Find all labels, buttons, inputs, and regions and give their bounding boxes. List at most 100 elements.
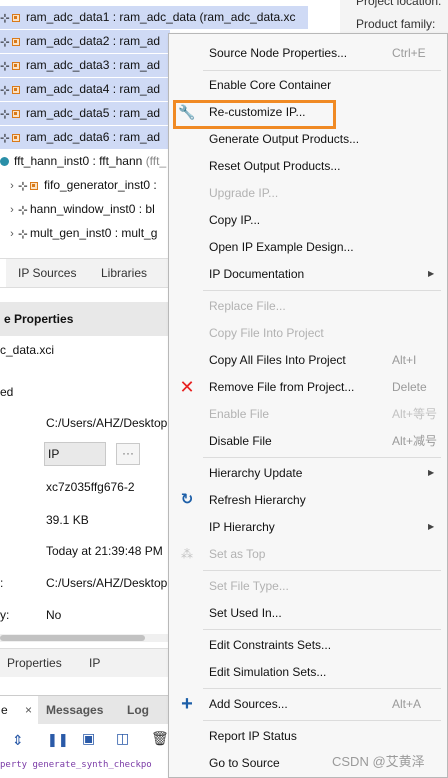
menu-item-remove-file-from-project[interactable]: ✕ Remove File from Project... Delete xyxy=(169,375,447,399)
ip-core-icon xyxy=(12,110,20,118)
tree-row-mult-gen[interactable]: › ⊹ mult_gen_inst0 : mult_g xyxy=(6,222,170,245)
menu-item-label: Add Sources... xyxy=(209,697,288,711)
menu-item-copy-ip[interactable]: Copy IP... xyxy=(169,208,447,232)
tab-ip-sources[interactable]: IP Sources xyxy=(18,259,76,287)
prop-value-size: 39.1 KB xyxy=(46,513,89,527)
expand-arrow-icon[interactable]: › xyxy=(6,175,18,197)
prop-value-part: xc7z035ffg676-2 xyxy=(46,480,135,494)
close-icon[interactable]: × xyxy=(25,703,32,717)
horizontal-scrollbar[interactable] xyxy=(0,634,168,642)
tree-row-ram-adc-data6[interactable]: ⊹ ram_adc_data6 : ram_ad xyxy=(0,126,170,149)
hierarchy-line-icon: ⊹ xyxy=(0,107,11,121)
menu-item-edit-simulation-sets[interactable]: Edit Simulation Sets... xyxy=(169,660,447,684)
menu-item-ip-hierarchy[interactable]: IP Hierarchy ▶ xyxy=(169,515,447,539)
menu-item-refresh-hierarchy[interactable]: ↻ Refresh Hierarchy xyxy=(169,488,447,512)
prop-value-modified: Today at 21:39:48 PM xyxy=(46,544,163,558)
prop-label-path: : xyxy=(0,576,4,590)
prop-value-type: IP xyxy=(48,447,60,461)
expand-arrow-icon[interactable]: › xyxy=(6,223,18,245)
hierarchy-line-icon: ⊹ xyxy=(0,59,11,73)
menu-item-hierarchy-update[interactable]: Hierarchy Update ▶ xyxy=(169,461,447,485)
menu-item-enable-core-container[interactable]: Enable Core Container xyxy=(169,73,447,97)
tab-properties[interactable]: Properties xyxy=(7,649,62,677)
prop-value-flag: No xyxy=(46,608,62,622)
menu-item-shortcut: Delete xyxy=(392,380,427,394)
tab-log[interactable]: Log xyxy=(127,696,149,724)
menu-item-label: Set File Type... xyxy=(209,579,289,593)
ip-core-icon xyxy=(12,86,20,94)
menu-item-report-ip-status[interactable]: Report IP Status xyxy=(169,724,447,748)
tree-row-ram-adc-data3[interactable]: ⊹ ram_adc_data3 : ram_ad xyxy=(0,54,170,77)
tab-console-label: e xyxy=(1,703,8,717)
tree-row-hann-window[interactable]: › ⊹ hann_window_inst0 : bl xyxy=(6,198,170,221)
watermark: CSDN @艾黄泽 xyxy=(332,754,425,769)
ip-core-icon xyxy=(12,14,20,22)
ip-type-field[interactable]: IP xyxy=(44,442,106,466)
menu-item-enable-file: Enable File Alt+等号 xyxy=(169,402,447,426)
menu-item-add-sources[interactable]: + Add Sources... Alt+A xyxy=(169,692,447,716)
menu-item-label: Copy All Files Into Project xyxy=(209,353,346,367)
remove-x-icon: ✕ xyxy=(179,377,195,397)
browse-button[interactable]: ··· xyxy=(116,443,140,465)
menu-item-label: Set as Top xyxy=(209,547,266,561)
ip-core-icon xyxy=(12,62,20,70)
sources-tab-bar: IP Sources Libraries xyxy=(0,258,168,288)
tab-console-active[interactable]: e × xyxy=(0,696,38,724)
hierarchy-line-icon: ⊹ xyxy=(0,11,11,25)
menu-item-ip-documentation[interactable]: IP Documentation ▶ xyxy=(169,262,447,286)
menu-item-edit-constraints-sets[interactable]: Edit Constraints Sets... xyxy=(169,633,447,657)
menu-item-set-used-in[interactable]: Set Used In... xyxy=(169,601,447,625)
tree-row-label: ram_adc_data6 : ram_ad xyxy=(26,130,161,144)
properties-panel: e Properties c_data.xci ed C:/Users/AHZ/… xyxy=(0,302,168,646)
expand-arrow-icon[interactable]: › xyxy=(6,199,18,221)
context-menu: Source Node Properties... Ctrl+E Enable … xyxy=(168,33,448,778)
tab-messages[interactable]: Messages xyxy=(46,696,103,724)
collapse-all-icon[interactable]: ⇕ xyxy=(12,732,24,749)
tree-row-fft-hann[interactable]: fft_hann_inst0 : fft_hann (fft_ xyxy=(0,150,170,173)
menu-item-disable-file[interactable]: Disable File Alt+减号 xyxy=(169,429,447,453)
menu-separator xyxy=(203,290,441,291)
menu-item-label: IP Documentation xyxy=(209,267,305,281)
properties-tab-bar: Properties IP xyxy=(0,648,168,677)
menu-item-copy-file-into-project: Copy File Into Project xyxy=(169,321,447,345)
split-view-icon[interactable]: ◫ xyxy=(116,730,129,747)
hierarchy-line-icon: ⊹ xyxy=(18,203,29,217)
tree-row-ram-adc-data2[interactable]: ⊹ ram_adc_data2 : ram_ad xyxy=(0,30,170,53)
tab-libraries[interactable]: Libraries xyxy=(101,259,147,287)
menu-item-label: Enable File xyxy=(209,407,270,421)
menu-separator xyxy=(203,570,441,571)
tree-row-fifo-generator[interactable]: › ⊹ fifo_generator_inst0 : xyxy=(6,174,170,197)
tree-row-label: hann_window_inst0 : bl xyxy=(30,202,155,216)
menu-item-copy-all-files-into-project[interactable]: Copy All Files Into Project Alt+I xyxy=(169,348,447,372)
tree-row-label: mult_gen_inst0 : mult_g xyxy=(30,226,158,240)
menu-item-label: Open IP Example Design... xyxy=(209,240,354,254)
menu-item-shortcut: Alt+减号 xyxy=(392,434,438,448)
tree-row-ram-adc-data4[interactable]: ⊹ ram_adc_data4 : ram_ad xyxy=(0,78,170,101)
hierarchy-line-icon: ⊹ xyxy=(18,227,29,241)
menu-item-shortcut: Alt+等号 xyxy=(392,407,438,421)
module-icon xyxy=(0,157,9,166)
menu-item-open-ip-example-design[interactable]: Open IP Example Design... xyxy=(169,235,447,259)
tree-row-ram-adc-data1[interactable]: ⊹ ram_adc_data1 : ram_adc_data (ram_adc_d… xyxy=(0,6,308,29)
scrollbar-thumb[interactable] xyxy=(0,635,145,641)
menu-item-label: Reset Output Products... xyxy=(209,159,341,173)
delete-icon[interactable]: 🗑 xyxy=(151,730,169,747)
ip-core-icon xyxy=(12,134,20,142)
menu-item-reset-output-products[interactable]: Reset Output Products... xyxy=(169,154,447,178)
tab-active-partial[interactable] xyxy=(0,259,6,287)
menu-item-generate-output-products[interactable]: Generate Output Products... xyxy=(169,127,447,151)
menu-separator xyxy=(203,70,441,71)
pause-icon[interactable]: ❚❚ xyxy=(47,732,69,748)
menu-item-upgrade-ip: Upgrade IP... xyxy=(169,181,447,205)
menu-item-source-node-properties[interactable]: Source Node Properties... Ctrl+E xyxy=(169,41,447,65)
tree-row-ram-adc-data5[interactable]: ⊹ ram_adc_data5 : ram_ad xyxy=(0,102,170,125)
tab-ip[interactable]: IP xyxy=(89,649,100,677)
tree-row-label: fft_hann_inst0 : fft_hann xyxy=(14,154,143,168)
menu-separator xyxy=(203,629,441,630)
copy-icon[interactable]: ▣ xyxy=(82,730,95,747)
submenu-arrow-icon: ▶ xyxy=(428,522,435,531)
tree-row-label: ram_adc_data2 : ram_ad xyxy=(26,34,161,48)
menu-item-label: Hierarchy Update xyxy=(209,466,303,480)
refresh-icon: ↻ xyxy=(180,491,194,508)
menu-item-label: Edit Constraints Sets... xyxy=(209,638,332,652)
